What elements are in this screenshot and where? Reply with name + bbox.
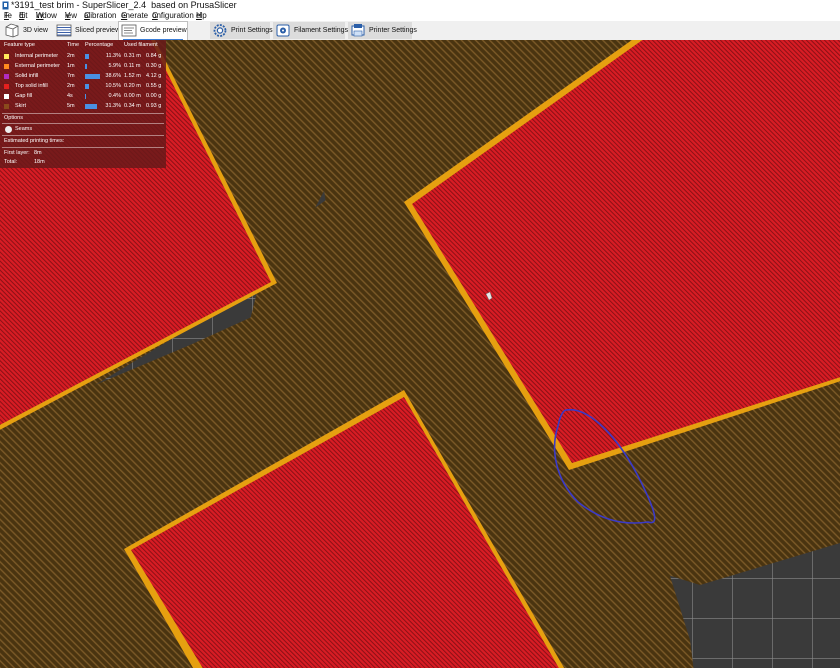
legend-row-skirt[interactable]: Skirt 5m 31.3% 0.34 m 0.93 g <box>0 102 166 111</box>
legend-divider <box>2 135 164 136</box>
tab-gcode-preview[interactable]: Gcode preview <box>118 21 188 41</box>
tab-printer-settings[interactable]: Printer Settings <box>348 22 417 39</box>
tab-print-settings[interactable]: Print Settings <box>210 22 273 39</box>
estimated-times-label: Estimated printing times: <box>4 138 65 144</box>
legend-length: 0.00 m <box>124 93 141 99</box>
percentage-bar <box>85 84 90 89</box>
legend-length: 0.20 m <box>124 83 141 89</box>
legend-time: 2m <box>67 83 75 89</box>
color-swatch <box>4 74 9 79</box>
legend-time: 5m <box>67 103 75 109</box>
total-value: 18m <box>34 159 45 165</box>
gcode-preview-icon <box>121 24 137 37</box>
legend-time: 1m <box>67 63 75 69</box>
legend-feature-name: Top solid infill <box>15 83 48 89</box>
legend-length: 0.34 m <box>124 103 141 109</box>
color-swatch <box>4 94 9 99</box>
percentage-bar <box>85 94 86 99</box>
tab-3d-view-label: 3D view <box>23 27 48 34</box>
color-swatch <box>4 104 9 109</box>
tab-gcode-preview-label: Gcode preview <box>140 27 187 34</box>
legend-weight: 0.55 g <box>146 83 162 89</box>
legend-length: 1.52 m <box>124 73 141 79</box>
tab-bar: 3D view Sliced preview Gcode preview Pri… <box>0 21 840 41</box>
tab-printer-settings-label: Printer Settings <box>369 27 417 34</box>
color-swatch <box>4 84 9 89</box>
legend-header-time: Time <box>67 42 80 48</box>
total-label: Total: <box>4 159 18 165</box>
legend-row-internal-perimeter[interactable]: Internal perimeter 2m 11.3% 0.31 m 0.84 … <box>0 52 166 61</box>
legend-feature-name: Solid infill <box>15 73 39 79</box>
legend-feature-name: Internal perimeter <box>15 53 59 59</box>
color-swatch <box>4 54 9 59</box>
percentage-bar <box>85 64 88 69</box>
title-bar: *3191_test brim - SuperSlicer_2.4 based … <box>0 0 840 11</box>
legend-divider <box>2 113 164 114</box>
printer-icon <box>351 24 365 37</box>
legend-time: 7m <box>67 73 75 79</box>
tab-print-settings-label: Print Settings <box>231 27 273 34</box>
percentage-bar <box>85 104 98 109</box>
sliced-layers-icon <box>56 24 72 37</box>
app-icon <box>2 1 9 10</box>
tab-filament-settings[interactable]: Filament Settings <box>273 22 349 39</box>
seams-label: Seams <box>15 126 33 132</box>
percentage-bar <box>85 74 100 79</box>
legend-feature-name: Skirt <box>15 103 26 109</box>
legend-percentage: 31.3% <box>105 103 121 109</box>
filament-spool-icon <box>276 24 290 37</box>
legend-feature-name: External perimeter <box>15 63 60 69</box>
tab-sliced-preview[interactable]: Sliced preview <box>54 22 120 39</box>
legend-percentage: 38.6% <box>105 73 121 79</box>
tab-3d-view[interactable]: 3D view <box>2 22 54 39</box>
legend-row-external-perimeter[interactable]: External perimeter 1m 5.9% 0.11 m 0.30 g <box>0 62 166 71</box>
legend-weight: 4.12 g <box>146 73 162 79</box>
first-layer-label: First layer: <box>4 150 30 156</box>
gear-icon <box>213 24 227 37</box>
legend-length: 0.31 m <box>124 53 141 59</box>
legend-header-feature: Feature type <box>4 42 35 48</box>
cube-icon <box>5 23 19 38</box>
legend-row-gap-fill[interactable]: Gap fill 4s 0.4% 0.00 m 0.00 g <box>0 92 166 101</box>
first-layer-value: 8m <box>34 150 42 156</box>
legend-divider <box>2 147 164 148</box>
tab-sliced-preview-label: Sliced preview <box>75 27 121 34</box>
options-label: Options <box>4 115 23 121</box>
window-title: *3191_test brim - SuperSlicer_2.4 based … <box>11 0 237 10</box>
legend-percentage: 10.5% <box>105 83 121 89</box>
percentage-bar <box>85 54 90 59</box>
legend-weight: 0.00 g <box>146 93 162 99</box>
legend-header-percentage: Percentage <box>85 42 114 48</box>
legend-divider <box>2 123 164 124</box>
legend-feature-name: Gap fill <box>15 93 33 99</box>
legend-weight: 0.84 g <box>146 53 162 59</box>
menu-bar: File Edit Window View Calibration Genera… <box>0 11 840 21</box>
legend-header-used: Used filament <box>124 42 158 48</box>
legend-weight: 0.30 g <box>146 63 162 69</box>
legend-percentage: 11.3% <box>105 53 121 59</box>
legend-panel: Feature type Time Percentage Used filame… <box>0 40 166 168</box>
legend-row-solid-infill[interactable]: Solid infill 7m 38.6% 1.52 m 4.12 g <box>0 72 166 81</box>
tab-filament-settings-label: Filament Settings <box>294 27 349 34</box>
legend-length: 0.11 m <box>124 63 141 69</box>
seam-dot-icon <box>5 126 12 133</box>
legend-percentage: 0.4% <box>108 93 121 99</box>
legend-percentage: 5.9% <box>108 63 121 69</box>
legend-time: 2m <box>67 53 75 59</box>
legend-row-top-solid-infill[interactable]: Top solid infill 2m 10.5% 0.20 m 0.55 g <box>0 82 166 91</box>
color-swatch <box>4 64 9 69</box>
legend-weight: 0.93 g <box>146 103 162 109</box>
legend-time: 4s <box>67 93 73 99</box>
